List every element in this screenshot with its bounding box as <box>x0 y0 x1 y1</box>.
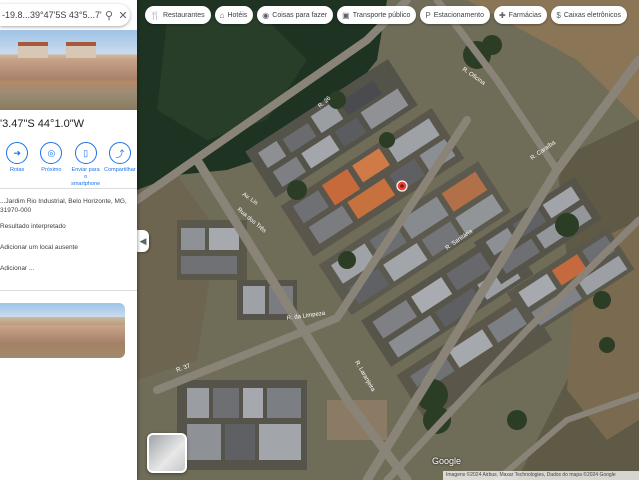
satellite-map[interactable]: R. 26 R. Oficina R. Caraíba Rua dos Três… <box>137 0 639 480</box>
chip-atm[interactable]: $ Caixas eletrônicos <box>551 6 628 24</box>
chip-parking[interactable]: P Estacionamento <box>420 6 490 24</box>
wall-image <box>0 58 137 80</box>
chip-transit[interactable]: ▣ Transporte público <box>337 6 417 24</box>
pharmacy-icon: ✚ <box>498 10 506 20</box>
category-chips: 🍴 Restaurantes ⌂ Hotéis ◉ Coisas para fazer… <box>145 6 628 26</box>
search-icon[interactable]: ⚲ <box>102 8 116 22</box>
add-label-link[interactable]: Adicionar ... <box>0 264 130 273</box>
directions-icon: ➜ <box>6 142 29 164</box>
street-view-photo[interactable] <box>0 30 137 110</box>
chip-hotels[interactable]: ⌂ Hotéis <box>214 6 254 24</box>
location-pin-icon[interactable] <box>396 180 408 192</box>
atm-icon: $ <box>556 10 561 20</box>
nearby-icon: ◎ <box>40 142 63 164</box>
interpreted-result-text: Resultado interpretado <box>0 223 66 230</box>
close-icon[interactable]: ✕ <box>116 8 130 22</box>
send-to-phone-button[interactable]: ▯ Enviar para o smartphone <box>71 142 101 188</box>
map-attribution: Imagens ©2024 Airbus, Maxar Technologies… <box>443 471 639 480</box>
collapse-panel-button[interactable]: ◀ <box>137 230 149 252</box>
hotel-icon: ⌂ <box>219 10 225 20</box>
place-details-panel: -19.8...39°47'5S 43°5...7"W ⚲ ✕ '3.47"S … <box>0 0 137 480</box>
photo-thumbnail[interactable] <box>0 303 125 358</box>
chip-restaurants[interactable]: 🍴 Restaurantes <box>145 6 211 24</box>
chip-things-to-do[interactable]: ◉ Coisas para fazer <box>257 6 334 24</box>
camera-icon: ◉ <box>262 10 270 20</box>
restaurant-icon: 🍴 <box>150 10 160 20</box>
send-to-phone-icon: ▯ <box>74 142 97 164</box>
share-button[interactable]: ⤴ Compartilhar <box>104 142 136 188</box>
search-box[interactable]: -19.8...39°47'5S 43°5...7"W ⚲ ✕ <box>0 4 130 26</box>
parking-icon: P <box>425 10 431 20</box>
place-actions: ➜ Rotas ◎ Próximo ▯ Enviar para o smartp… <box>0 142 137 188</box>
add-missing-place-link[interactable]: Adicionar um local ausente <box>0 243 130 252</box>
directions-button[interactable]: ➜ Rotas <box>2 142 32 188</box>
layers-toggle-button[interactable] <box>147 433 187 473</box>
search-input[interactable]: -19.8...39°47'5S 43°5...7"W <box>0 10 102 20</box>
place-coordinates: '3.47"S 44°1.0"W <box>0 118 85 130</box>
address-text: ...Jardim Rio Industrial, Belo Horizonte… <box>0 198 127 214</box>
wall-image <box>0 325 125 343</box>
share-icon: ⤴ <box>108 142 131 164</box>
google-logo: Google <box>432 456 462 466</box>
divider <box>0 290 137 291</box>
chip-pharmacies[interactable]: ✚ Farmácias <box>493 6 548 24</box>
transit-icon: ▣ <box>342 10 350 20</box>
divider <box>0 188 137 189</box>
nearby-button[interactable]: ◎ Próximo <box>36 142 66 188</box>
